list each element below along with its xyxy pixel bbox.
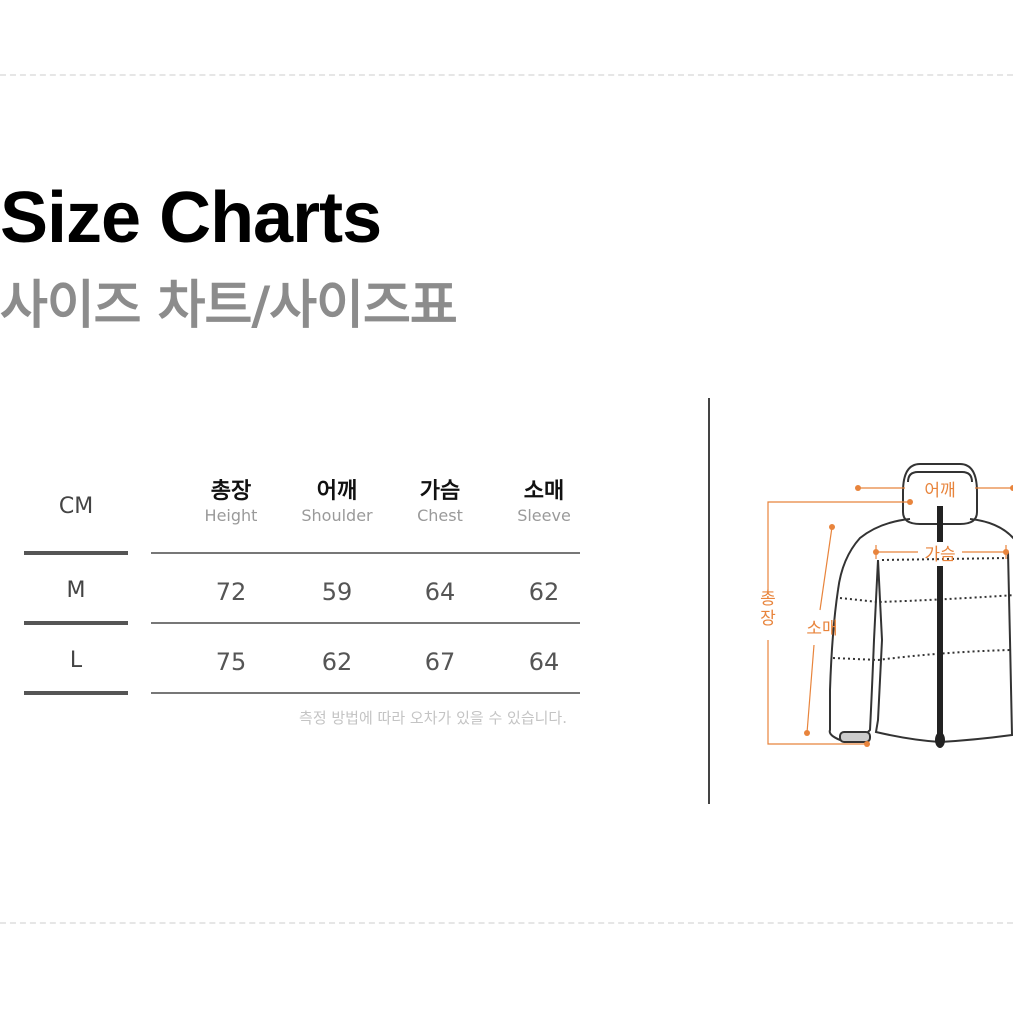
column-header-ko: 가슴 [419,479,461,504]
top-dashed-divider [0,74,1013,76]
cell-sleeve: 64 [528,648,560,676]
size-label: L [69,648,83,673]
measurement-annotations [767,487,1013,745]
bottom-dashed-divider [0,922,1013,924]
jacket-body-right [939,551,1013,743]
row-rule-thick [24,621,128,625]
cell-height: 75 [215,648,247,676]
row-rule-thin [151,692,580,694]
column-header-en: Chest [417,506,463,525]
column-header-en: Sleeve [517,506,571,525]
chest-label: 가슴 [924,545,955,565]
column-header-en: Shoulder [301,506,373,525]
column-header-ko: 소매 [523,479,565,504]
sleeve-measure-line [806,644,815,734]
sleeve-measure-line [819,526,833,611]
jacket-illustration [828,463,1013,743]
jacket-zipper [935,506,945,748]
shoulder-label: 어깨 [924,481,955,501]
header-rule-thick [24,551,128,555]
column-header-en: Height [204,506,258,525]
jacket-quilt-line [839,594,1013,604]
jacket-right-sleeve [969,518,1013,540]
measurement-note: 측정 방법에 따라 오차가 있을 수 있습니다. [299,709,567,727]
jacket-measurement-diagram: 어깨 가슴 총 장 소매 [760,463,1013,748]
length-measure-line [767,501,908,590]
jacket-body-left [874,559,941,743]
column-header-height: 총장 Height [181,478,281,526]
page-title: Size Charts [0,178,382,258]
sleeve-label: 소매 [806,619,837,639]
column-header-ko: 총장 [210,479,252,504]
column-header-shoulder: 어깨 Shoulder [287,478,387,526]
cell-shoulder: 62 [321,648,353,676]
cell-sleeve: 62 [528,578,560,606]
length-label-top: 총 [760,589,776,609]
column-header-ko: 어깨 [316,479,358,504]
column-header-chest: 가슴 Chest [390,478,490,526]
column-header-sleeve: 소매 Sleeve [494,478,594,526]
length-label-bottom: 장 [760,609,776,629]
cell-chest: 64 [424,578,456,606]
jacket-quilt-line [832,649,1011,662]
header-rule-thin [151,552,580,554]
cell-chest: 67 [424,648,456,676]
row-rule-thick [24,691,128,695]
page-subtitle: 사이즈 차트/사이즈표 [0,276,458,336]
jacket-cuff [839,731,871,743]
length-measure-line [767,640,866,745]
size-label: M [66,578,86,603]
unit-label: CM [58,494,94,519]
cell-shoulder: 59 [321,578,353,606]
cell-height: 72 [215,578,247,606]
row-rule-thin [151,622,580,624]
